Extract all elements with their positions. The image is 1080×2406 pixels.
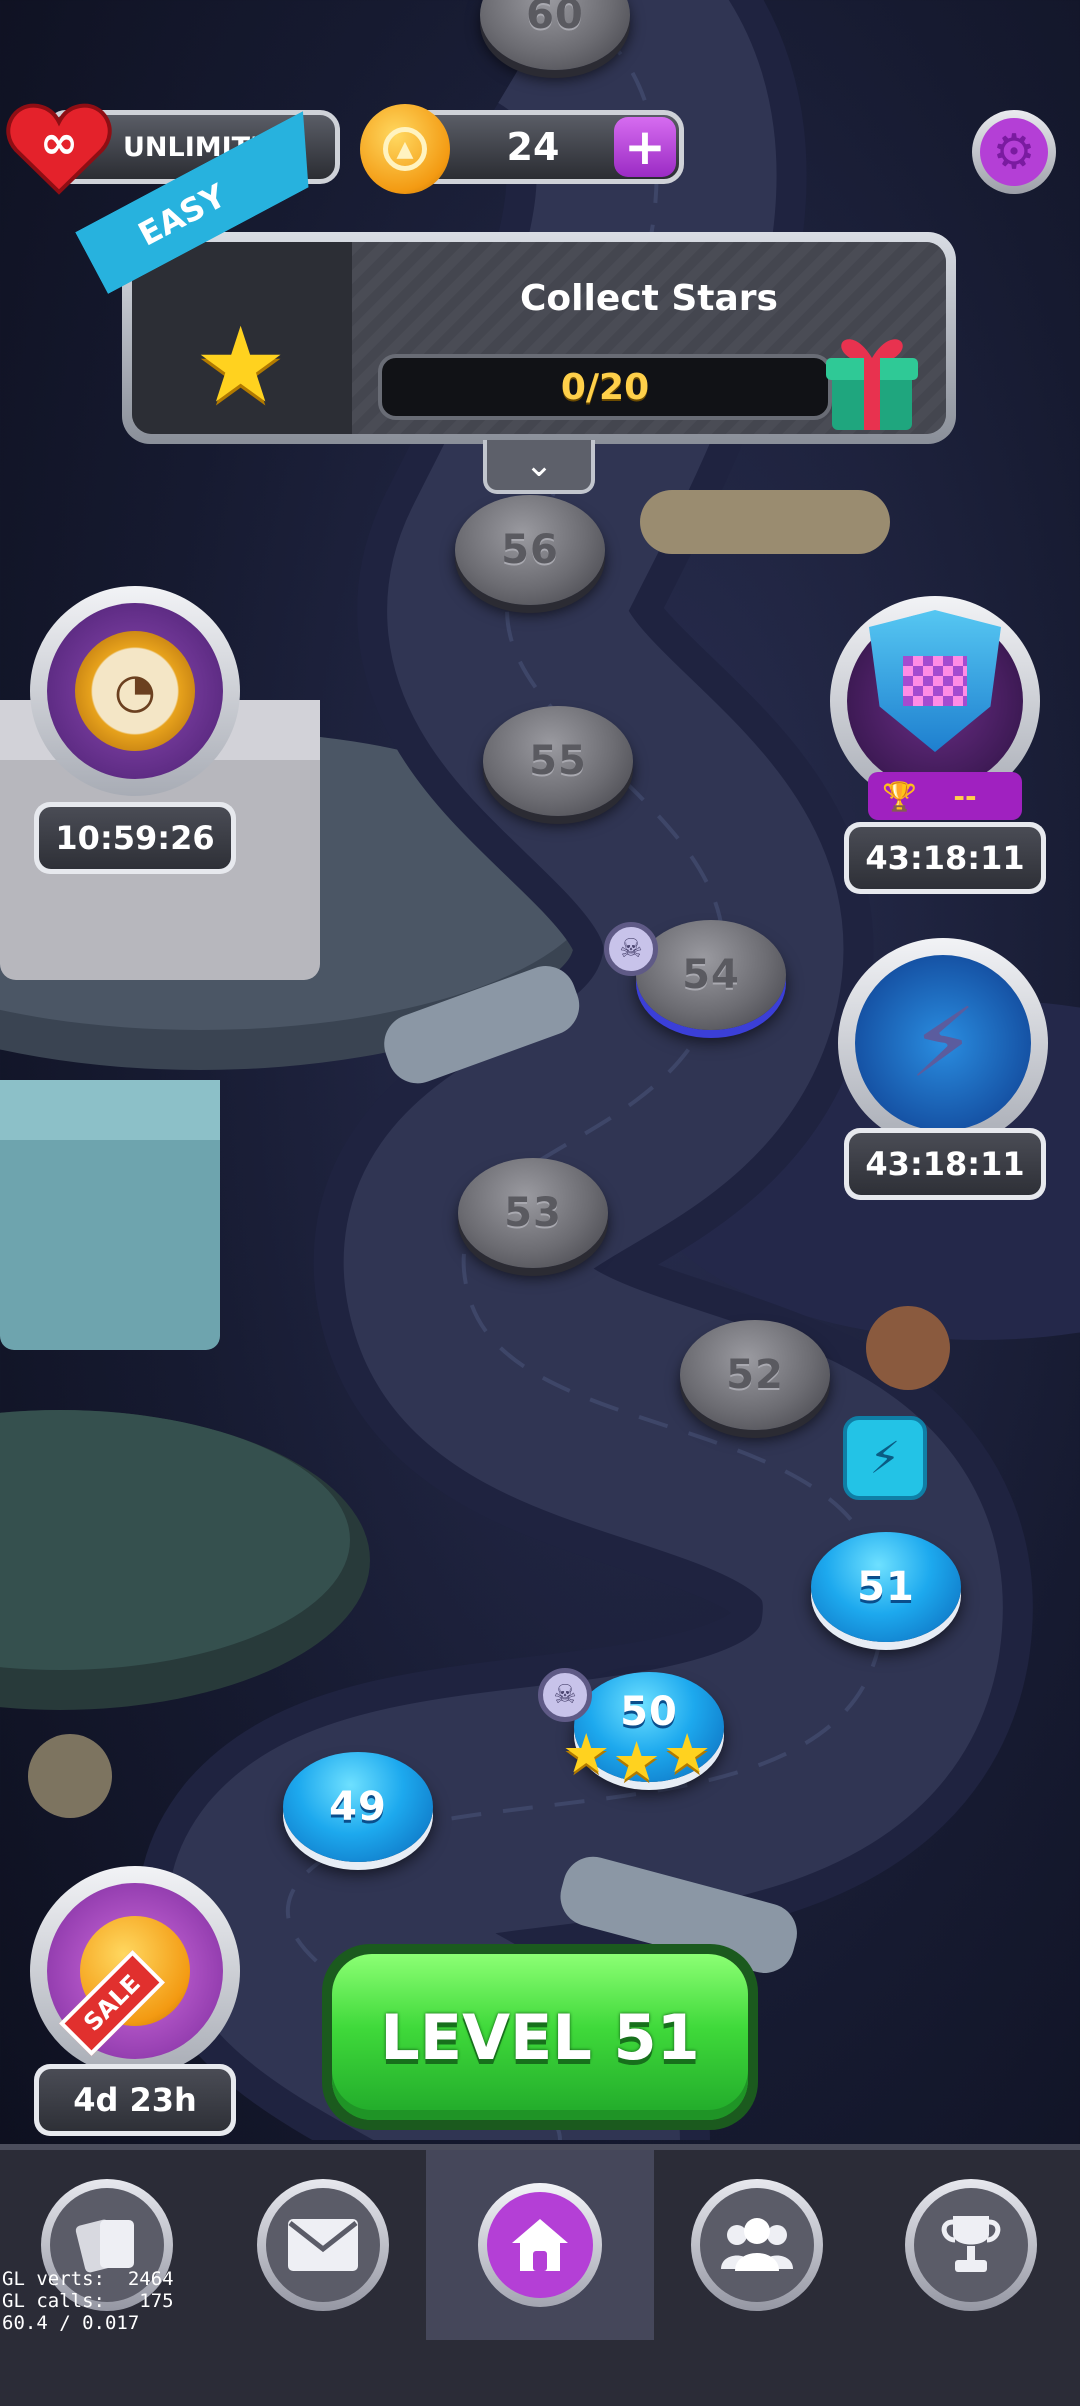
daily-reward-timer: 10:59:26 — [34, 802, 236, 874]
nav-mail[interactable] — [218, 2150, 428, 2340]
play-level-button[interactable]: LEVEL 51 — [322, 1944, 758, 2130]
trophy-icon: 🏆 — [882, 779, 917, 813]
buy-coins-button[interactable]: + — [614, 117, 676, 177]
star-icon: ★ — [194, 304, 288, 426]
nav-home[interactable] — [426, 2150, 654, 2340]
mail-icon — [288, 2219, 358, 2271]
quest-progress-bar: 0/20 — [378, 354, 832, 420]
level-node-52[interactable]: 52 — [680, 1320, 830, 1430]
quest-banner[interactable]: ★ Collect Stars 0/20 — [122, 232, 956, 444]
quest-icon-panel: ★ — [132, 242, 352, 434]
heart-infinity-icon: ∞ — [6, 100, 112, 196]
star-icon: ★ — [562, 1722, 611, 1785]
timer-text: 10:59:26 — [39, 807, 231, 869]
level-node-55[interactable]: 55 — [483, 706, 633, 816]
hard-level-skull-icon: ☠ — [538, 1668, 592, 1722]
level-50-stars: ★ ★ ★ — [562, 1722, 711, 1793]
gear-icon: ⚙ — [992, 124, 1036, 180]
stopwatch-icon: ◔ — [75, 631, 195, 751]
coin-count: 24 — [506, 125, 560, 169]
plus-label: + — [624, 118, 666, 176]
level-number: 52 — [726, 1352, 784, 1398]
level-number: 53 — [504, 1190, 562, 1236]
hard-level-skull-icon: ☠ — [604, 922, 658, 976]
daily-reward-event-button[interactable]: ◔ — [30, 586, 240, 796]
sale-timer: 4d 23h — [34, 2064, 236, 2136]
level-number: 56 — [501, 527, 559, 573]
gift-icon — [822, 324, 922, 434]
debug-line: GL verts: 2464 — [2, 2268, 174, 2290]
home-icon — [512, 2219, 568, 2271]
lightning-timer: 43:18:11 — [844, 1128, 1046, 1200]
level-node-54[interactable]: 54 — [636, 920, 786, 1030]
race-score: -- — [953, 779, 977, 813]
collapse-banner-button[interactable]: ⌄ — [483, 440, 595, 494]
timer-text: 4d 23h — [39, 2069, 231, 2131]
level-number: 49 — [329, 1784, 387, 1830]
level-node-49[interactable]: 49 — [283, 1752, 433, 1862]
debug-line: 60.4 / 0.017 — [2, 2312, 140, 2334]
nav-leaderboard[interactable] — [866, 2150, 1076, 2340]
checkered-flag-shield-icon — [869, 610, 1001, 752]
lightning-icon: ⚡ — [909, 987, 977, 1099]
level-node-53[interactable]: 53 — [458, 1158, 608, 1268]
quest-progress-text: 0/20 — [560, 366, 650, 408]
debug-overlay: GL verts: 2464 GL calls: 175 60.4 / 0.01… — [2, 2268, 174, 2334]
team-icon — [721, 2218, 793, 2271]
svg-text:∞: ∞ — [40, 115, 78, 169]
timer-text: 43:18:11 — [849, 827, 1041, 889]
quest-title: Collect Stars — [520, 278, 778, 319]
coin-icon: ▲ — [360, 104, 450, 194]
level-number: 54 — [682, 952, 740, 998]
level-number: 60 — [526, 0, 584, 38]
settings-button[interactable]: ⚙ — [972, 110, 1056, 194]
lightning-event-button[interactable]: ⚡ — [838, 938, 1048, 1148]
star-icon: ★ — [612, 1730, 661, 1793]
nav-team[interactable] — [652, 2150, 862, 2340]
race-timer: 43:18:11 — [844, 822, 1046, 894]
level-node-51[interactable]: 51 — [811, 1532, 961, 1642]
race-score-bar: 🏆 -- — [868, 772, 1022, 820]
lightning-marker-icon: ⚡ — [843, 1416, 927, 1500]
level-number: 51 — [857, 1564, 915, 1610]
debug-line: GL calls: 175 — [2, 2290, 174, 2312]
quest-info-panel: Collect Stars 0/20 — [352, 242, 946, 434]
play-level-label: LEVEL 51 — [380, 2000, 700, 2074]
level-number: 55 — [529, 738, 587, 784]
star-icon: ★ — [662, 1722, 712, 1785]
trophy-icon — [941, 2216, 1001, 2272]
level-node-56[interactable]: 56 — [455, 495, 605, 605]
timer-text: 43:18:11 — [849, 1133, 1041, 1195]
chevron-down-icon: ⌄ — [524, 445, 554, 485]
